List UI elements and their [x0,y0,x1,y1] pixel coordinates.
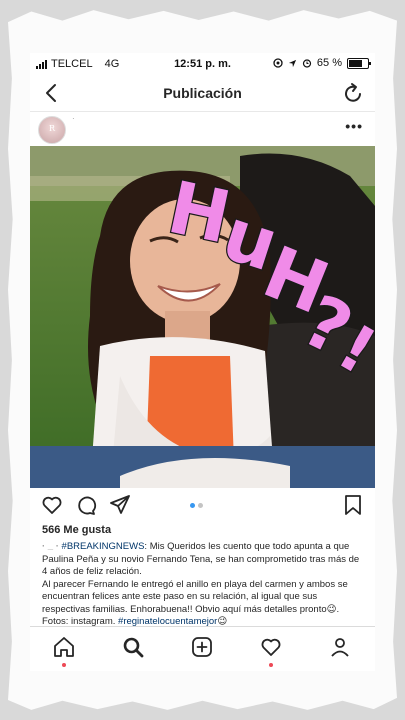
phone-screen: TELCEL 4G 12:51 p. m. 65 % Publicación R… [30,53,375,671]
caption-hashtag[interactable]: #BREAKINGNEWS [62,541,145,552]
post-actions [30,489,375,521]
home-icon [54,637,74,657]
notification-dot [269,663,273,667]
location-arrow-icon [288,59,297,67]
tab-new-post[interactable] [190,635,214,659]
avatar[interactable]: R [38,116,66,144]
tab-activity[interactable] [259,635,283,667]
bottom-tab-bar [30,626,375,671]
tab-search[interactable] [121,635,145,659]
post-photo[interactable]: H u H ? ! [30,146,375,488]
tab-profile[interactable] [328,635,352,659]
new-post-icon [192,637,212,657]
tab-home[interactable] [52,635,76,667]
battery-percent: 65 % [316,57,342,69]
activity-heart-icon [261,638,281,656]
more-dots-icon[interactable]: ••• [345,119,363,133]
post-username[interactable]: · [72,114,75,123]
carousel-dot-active [190,503,195,508]
search-icon [123,637,144,658]
avatar-letter: R [48,124,56,133]
location-lock-icon [273,58,283,68]
like-count[interactable]: 566 Me gusta [42,524,111,536]
status-bar: TELCEL 4G 12:51 p. m. 65 % [30,53,375,75]
alarm-icon [302,59,312,68]
huh-sticker: H u H ? ! [160,164,375,391]
battery-icon [347,57,371,69]
carousel-dot [198,503,203,508]
share-icon[interactable] [108,493,132,517]
profile-icon [331,638,349,657]
comment-icon[interactable] [74,493,98,517]
bookmark-icon[interactable] [341,493,365,517]
refresh-icon[interactable] [341,81,365,105]
page-title: Publicación [163,85,242,101]
notification-dot [62,663,66,667]
carousel-indicator [190,503,203,508]
heart-icon[interactable] [40,493,64,517]
wink-emoji: 😉 [326,603,337,615]
navigation-header: Publicación [30,75,375,112]
post-caption: · _ · #BREAKINGNEWS: Mis Queridos les cu… [42,541,367,629]
caption-username[interactable]: · _ · [42,541,59,552]
post-header: R · ••• [30,112,375,146]
caption-text-2: Al parecer Fernando le entregó el anillo… [42,578,348,615]
